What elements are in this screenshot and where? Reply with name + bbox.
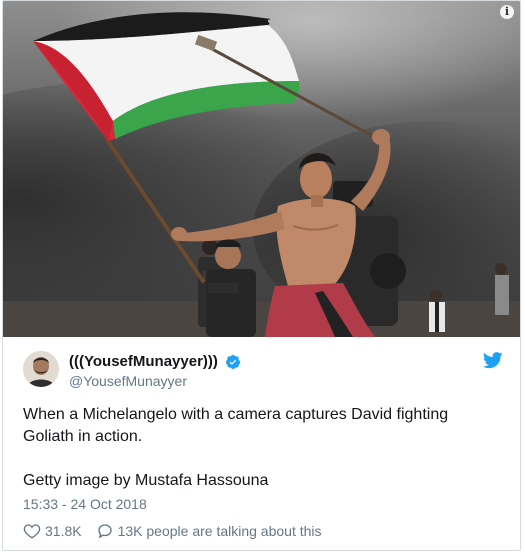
- tweet-timestamp[interactable]: 15:33 - 24 Oct 2018: [23, 496, 147, 512]
- tweet-paragraph: When a Michelangelo with a camera captur…: [23, 406, 449, 445]
- talking-text[interactable]: 13K people are talking about this: [118, 523, 322, 539]
- tweet-actions: 31.8K 13K people are talking about this: [23, 522, 322, 540]
- tweet-photo[interactable]: i: [3, 1, 520, 337]
- avatar[interactable]: [23, 351, 59, 387]
- photo-scene: [3, 1, 520, 337]
- tweet-paragraph: Getty image by Mustafa Hassouna: [23, 472, 269, 489]
- tweet-card: i (((YousefMunayyer))) @YousefMunayyer W…: [2, 0, 521, 551]
- twitter-bird-icon[interactable]: [483, 352, 503, 369]
- talking-link[interactable]: 13K people are talking about this: [96, 522, 322, 540]
- author-names[interactable]: (((YousefMunayyer))) @YousefMunayyer: [69, 353, 241, 389]
- tweet-text: When a Michelangelo with a camera captur…: [23, 404, 493, 492]
- verified-badge-icon: [226, 354, 241, 369]
- author-display-name[interactable]: (((YousefMunayyer))): [69, 353, 218, 370]
- avatar-image: [23, 351, 59, 387]
- info-icon[interactable]: i: [500, 5, 514, 19]
- speech-bubble-icon: [97, 524, 112, 539]
- author-handle[interactable]: @YousefMunayyer: [69, 373, 241, 389]
- heart-icon[interactable]: [23, 522, 41, 540]
- tweet-header: (((YousefMunayyer))) @YousefMunayyer: [23, 351, 503, 391]
- like-count[interactable]: 31.8K: [45, 523, 82, 539]
